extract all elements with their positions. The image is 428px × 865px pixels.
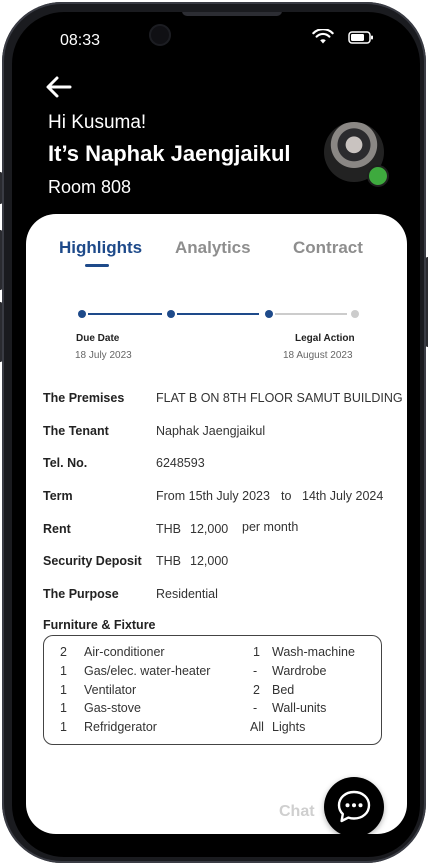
room-number: Room 808 xyxy=(48,177,132,197)
furniture-qty: - xyxy=(253,701,258,715)
timeline-dot xyxy=(265,310,273,318)
deposit-amount: 12,000 xyxy=(190,554,229,568)
furniture-list: 2 Air-conditioner 1 Gas/elec. water-heat… xyxy=(43,635,382,745)
timeline-segment xyxy=(275,313,347,315)
tab-highlights[interactable]: Highlights xyxy=(59,238,142,258)
tab-contract[interactable]: Contract xyxy=(293,238,363,258)
timeline-segment xyxy=(88,313,162,315)
furniture-item: Gas-stove xyxy=(84,701,141,715)
tab-bar: Highlights Analytics Contract xyxy=(26,238,407,274)
due-date-label: Due Date xyxy=(76,333,120,344)
timeline-dot xyxy=(351,310,359,318)
contract-card: Highlights Analytics Contract Due Date 1… xyxy=(26,214,407,837)
furniture-qty: - xyxy=(253,664,258,678)
furniture-qty: 1 xyxy=(60,720,67,734)
furniture-item: Wardrobe xyxy=(272,664,327,678)
silent-switch xyxy=(0,172,2,204)
furniture-qty: 1 xyxy=(60,664,67,678)
furniture-qty: 1 xyxy=(253,645,260,659)
deposit-label: Security Deposit xyxy=(43,554,142,568)
premises-value: FLAT B ON 8TH FLOOR SAMUT BUILDING xyxy=(156,391,403,405)
furniture-item: Bed xyxy=(272,683,295,697)
timeline-segment xyxy=(177,313,259,315)
furniture-qty: 1 xyxy=(60,683,67,697)
legal-action-label: Legal Action xyxy=(295,333,355,344)
rent-amount: 12,000 xyxy=(190,522,229,536)
tab-analytics[interactable]: Analytics xyxy=(175,238,251,258)
payment-timeline xyxy=(72,310,362,320)
wifi-icon xyxy=(312,29,334,44)
tenant-name-heading: It’s Naphak Jaengjaikul xyxy=(48,141,291,166)
term-to: to xyxy=(281,489,292,503)
active-tab-indicator xyxy=(85,264,109,267)
speaker-grille xyxy=(182,12,282,16)
timeline-dot xyxy=(167,310,175,318)
back-arrow-icon[interactable] xyxy=(44,74,74,100)
purpose-value: Residential xyxy=(156,587,218,601)
furniture-item: Refridgerator xyxy=(84,720,157,734)
rent-period: per month xyxy=(242,520,299,534)
tenant-value: Naphak Jaengjaikul xyxy=(156,424,266,438)
furniture-item: Lights xyxy=(272,720,306,734)
furniture-qty: All xyxy=(250,720,264,734)
chat-label[interactable]: Chat xyxy=(279,803,315,821)
status-time: 08:33 xyxy=(60,32,101,49)
online-status-dot xyxy=(367,165,389,187)
front-camera xyxy=(149,24,171,46)
furniture-qty: 2 xyxy=(60,645,67,659)
tenant-label: The Tenant xyxy=(43,424,109,438)
tel-value: 6248593 xyxy=(156,456,205,470)
term-from: From 15th July 2023 xyxy=(156,489,270,503)
greeting: Hi Kusuma! xyxy=(48,112,147,133)
furniture-qty: 1 xyxy=(60,701,67,715)
furniture-title: Furniture & Fixture xyxy=(43,618,156,632)
screen: 08:33 Hi Kusuma! It’s Naphak Jaengjaikul… xyxy=(12,12,420,857)
tel-label: Tel. No. xyxy=(43,456,88,470)
chat-bubble-icon xyxy=(337,790,371,823)
due-date-value: 18 July 2023 xyxy=(75,350,132,361)
battery-icon xyxy=(348,31,373,44)
chat-button[interactable] xyxy=(324,777,384,837)
furniture-item: Wall-units xyxy=(272,701,327,715)
volume-up-button xyxy=(0,230,2,290)
furniture-item: Air-conditioner xyxy=(84,645,165,659)
rent-currency: THB xyxy=(156,522,181,536)
rent-label: Rent xyxy=(43,522,71,536)
timeline-dot xyxy=(78,310,86,318)
furniture-item: Wash-machine xyxy=(272,645,355,659)
premises-label: The Premises xyxy=(43,391,125,405)
term-label: Term xyxy=(43,489,73,503)
furniture-qty: 2 xyxy=(253,683,260,697)
purpose-label: The Purpose xyxy=(43,587,119,601)
phone-frame: 08:33 Hi Kusuma! It’s Naphak Jaengjaikul… xyxy=(0,2,428,863)
term-until: 14th July 2024 xyxy=(302,489,384,503)
furniture-item: Ventilator xyxy=(84,683,137,697)
volume-down-button xyxy=(0,302,2,362)
legal-action-date: 18 August 2023 xyxy=(283,350,353,361)
furniture-item: Gas/elec. water-heater xyxy=(84,664,211,678)
deposit-currency: THB xyxy=(156,554,181,568)
